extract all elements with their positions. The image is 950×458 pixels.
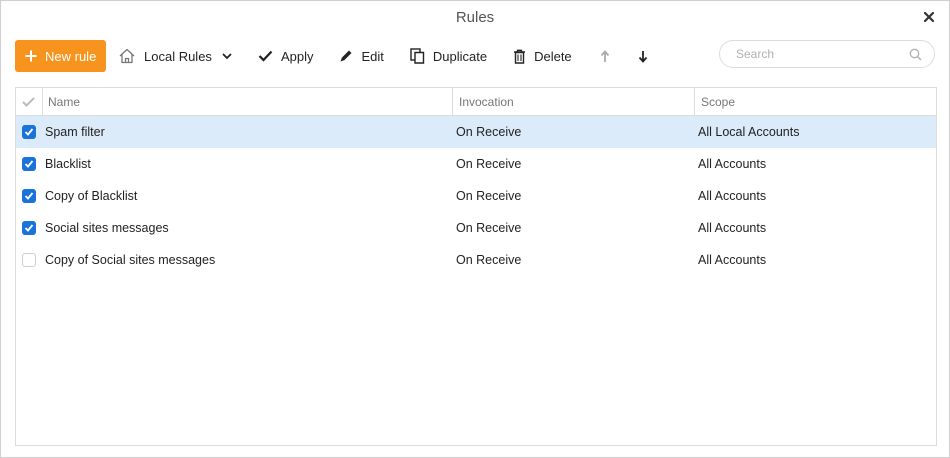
rule-scope: All Local Accounts — [698, 125, 800, 139]
table-row[interactable]: Social sites messages On Receive All Acc… — [16, 212, 936, 244]
table-row[interactable]: Copy of Social sites messages On Receive… — [16, 244, 936, 276]
column-header-name[interactable]: Name — [42, 88, 452, 116]
rule-scope: All Accounts — [698, 253, 767, 267]
rule-scope: All Accounts — [698, 189, 767, 203]
table-header: Name Invocation Scope — [16, 88, 936, 116]
column-header-scope[interactable]: Scope — [695, 88, 935, 116]
rules-table: Name Invocation Scope Spam filter On Rec… — [15, 87, 937, 446]
rule-enabled-checkbox[interactable] — [22, 221, 36, 235]
checkmark-icon — [24, 128, 34, 136]
search-input[interactable] — [736, 47, 909, 61]
rule-name: Copy of Social sites messages — [45, 253, 216, 267]
window-title: Rules — [455, 9, 495, 26]
rule-invocation: On Receive — [456, 157, 522, 171]
move-up-button[interactable] — [600, 40, 618, 72]
local-rules-label: Local Rules — [144, 48, 212, 64]
rule-name: Blacklist — [45, 157, 91, 171]
select-all-checkbox[interactable] — [16, 88, 42, 116]
rule-invocation: On Receive — [456, 221, 522, 235]
checkmark-icon — [24, 224, 34, 232]
rule-invocation: On Receive — [456, 189, 522, 203]
move-down-button[interactable] — [638, 40, 656, 72]
search-icon — [909, 48, 922, 60]
rule-name: Social sites messages — [45, 221, 169, 235]
apply-label: Apply — [280, 48, 314, 64]
table-row[interactable]: Spam filter On Receive All Local Account… — [16, 116, 936, 148]
duplicate-button[interactable]: Duplicate — [410, 40, 487, 72]
arrow-down-icon — [638, 50, 647, 63]
close-button[interactable] — [919, 7, 939, 27]
new-rule-button[interactable]: New rule — [15, 40, 106, 72]
rule-enabled-checkbox[interactable] — [22, 189, 36, 203]
duplicate-icon — [410, 48, 425, 64]
rule-invocation: On Receive — [456, 125, 522, 139]
delete-button[interactable]: Delete — [513, 40, 572, 72]
rule-enabled-checkbox[interactable] — [22, 125, 36, 139]
chevron-down-icon — [222, 52, 232, 59]
duplicate-label: Duplicate — [432, 48, 488, 64]
rule-enabled-checkbox[interactable] — [22, 157, 36, 171]
rule-invocation: On Receive — [456, 253, 522, 267]
rule-name: Spam filter — [45, 125, 105, 139]
column-header-invocation[interactable]: Invocation — [453, 88, 694, 116]
local-rules-dropdown[interactable]: Local Rules — [118, 40, 232, 72]
pencil-icon — [340, 50, 352, 62]
table-row[interactable]: Copy of Blacklist On Receive All Account… — [16, 180, 936, 212]
edit-button[interactable]: Edit — [339, 40, 384, 72]
apply-button[interactable]: Apply — [258, 40, 314, 72]
search-box[interactable] — [719, 40, 935, 68]
toolbar: New rule Local Rules Apply Edit Duplicat… — [15, 40, 935, 72]
delete-label: Delete — [534, 48, 572, 64]
checkmark-icon — [24, 160, 34, 168]
plus-icon — [25, 50, 37, 62]
rule-name: Copy of Blacklist — [45, 189, 138, 203]
rule-scope: All Accounts — [698, 221, 767, 235]
home-icon — [119, 48, 135, 64]
edit-label: Edit — [361, 48, 384, 64]
trash-icon — [514, 49, 526, 64]
table-row[interactable]: Blacklist On Receive All Accounts — [16, 148, 936, 180]
checkmark-icon — [258, 50, 273, 62]
new-rule-label: New rule — [45, 48, 97, 64]
title-bar: Rules — [1, 1, 949, 35]
rule-enabled-checkbox[interactable] — [22, 253, 36, 267]
checkmark-icon — [22, 97, 35, 107]
checkmark-icon — [24, 192, 34, 200]
arrow-up-icon — [600, 49, 609, 62]
rule-scope: All Accounts — [698, 157, 767, 171]
close-icon — [924, 12, 934, 22]
rules-window: Rules New rule Local Rules Apply Edit Du… — [0, 0, 950, 458]
